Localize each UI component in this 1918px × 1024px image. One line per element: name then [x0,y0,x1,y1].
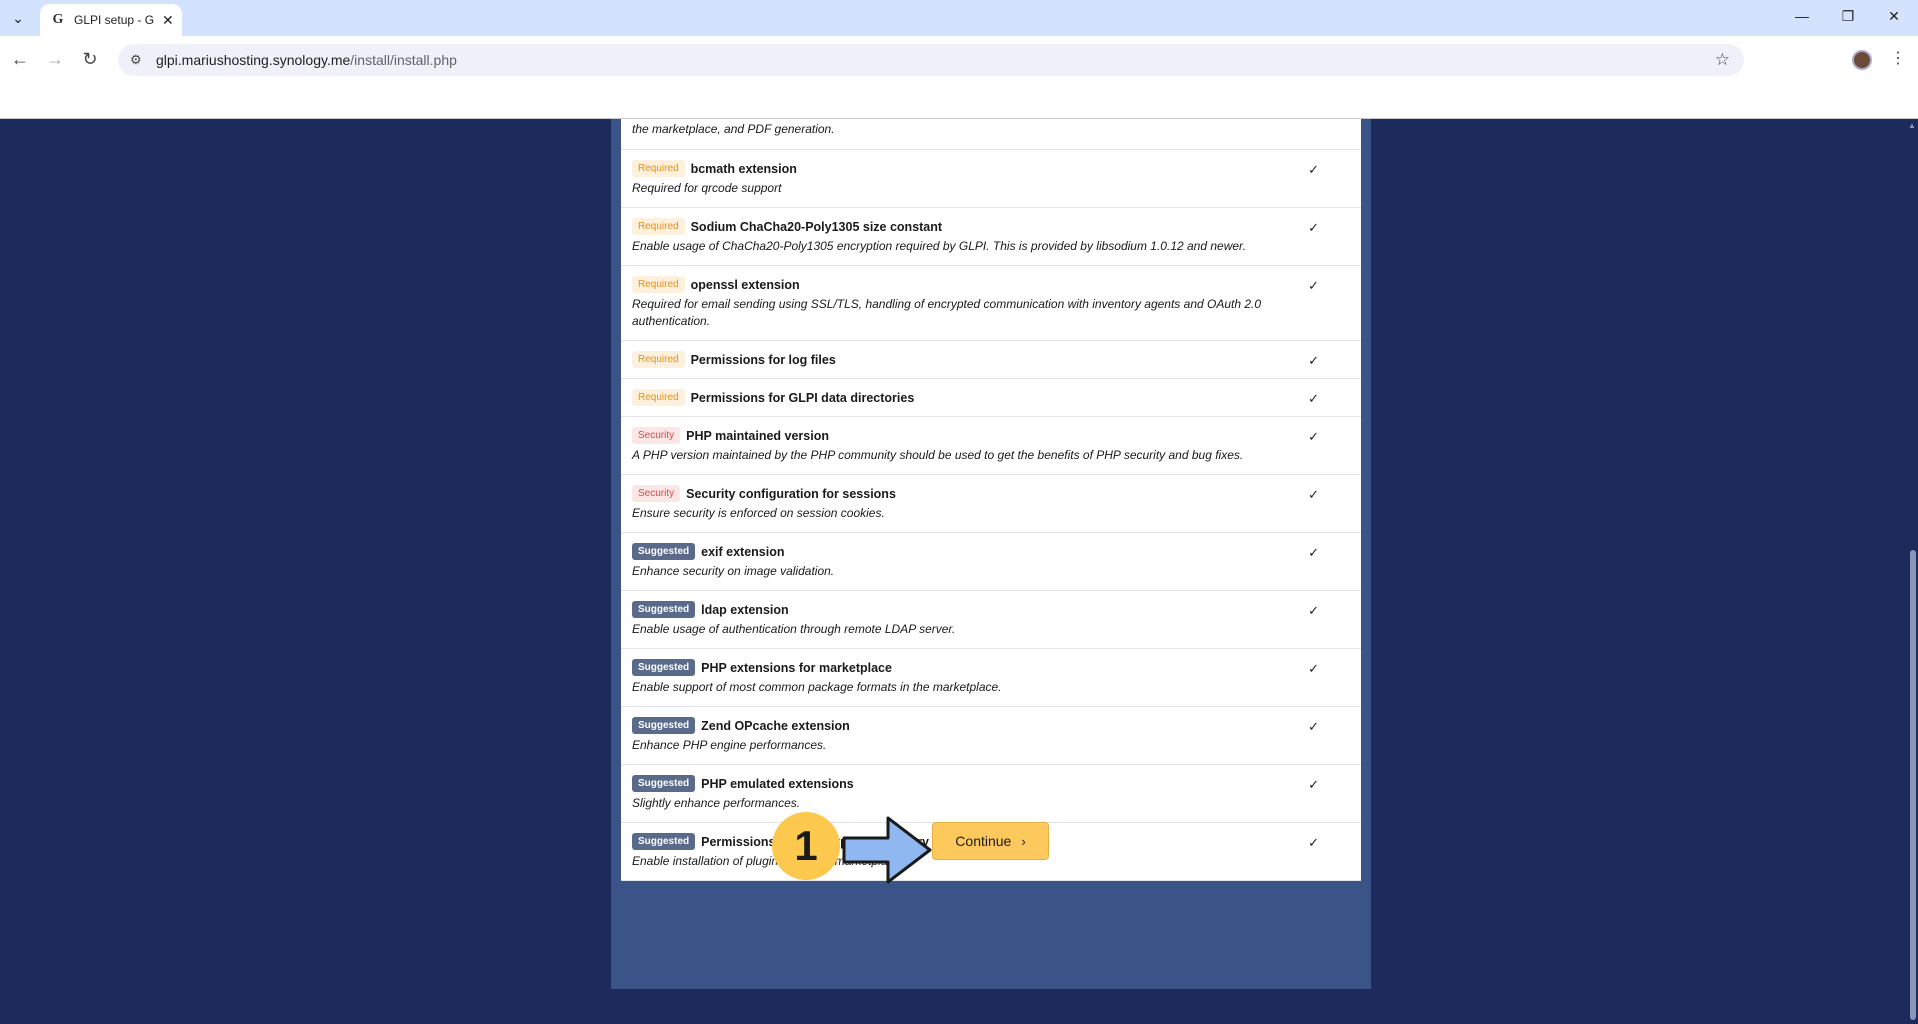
table-row: Required openssl extension Required for em… [621,266,1361,341]
requirement-title: Zend OPcache extension [701,718,850,733]
table-row: Required bcmath extension Required for qrc… [621,150,1361,208]
checkmark-icon: ✓ [1308,391,1319,406]
table-row: Suggested exif extension Enhance security … [621,533,1361,591]
table-row: Security Security configuration for sessi… [621,475,1361,533]
requirement-title: PHP maintained version [686,428,829,443]
checkmark-icon: ✓ [1308,429,1319,444]
reload-icon[interactable]: ↻ [78,49,102,70]
browser-tab[interactable]: G GLPI setup - GLPI ✕ [40,4,182,36]
requirement-description: Ensure security is enforced on session c… [632,506,885,520]
address-bar[interactable]: ⚙ glpi.mariushosting.synology.me/install… [118,44,1744,76]
table-row: Suggested PHP extensions for marketplace E… [621,649,1361,707]
table-row: Required Permissions for log files ✓ [621,341,1361,379]
requirement-description: A PHP version maintained by the PHP comm… [632,448,1244,462]
row-description: the marketplace, and PDF generation. [632,122,835,136]
glpi-favicon-icon: G [52,12,64,27]
step-marker: 1 [772,812,840,880]
checkmark-icon: ✓ [1308,278,1319,293]
security-badge: Security [632,485,681,502]
table-row-partial: the marketplace, and PDF generation. [621,119,1361,150]
forward-icon[interactable]: → [43,49,67,70]
minimize-icon[interactable]: — [1792,8,1812,24]
requirement-description: Slightly enhance performances. [632,796,801,810]
suggested-badge: Suggested [632,775,696,792]
requirement-title: bcmath extension [690,161,797,176]
requirement-description: Required for qrcode support [632,181,782,195]
page-body: the marketplace, and PDF generation. Req… [0,119,1918,1024]
requirement-description: Enable usage of authentication through r… [632,622,956,636]
checkmark-icon: ✓ [1308,545,1319,560]
tab-close-icon[interactable]: ✕ [162,12,174,29]
required-badge: Required [632,389,685,406]
requirement-description: Enable usage of ChaCha20-Poly1305 encryp… [632,239,1246,253]
browser-tabstrip: ⌄ G GLPI setup - GLPI ✕ — ❐ ✕ [0,0,1918,36]
table-row: Suggested Zend OPcache extension Enhance P… [621,707,1361,765]
back-icon[interactable]: ← [8,49,32,70]
security-badge: Security [632,427,681,444]
requirement-title: PHP extensions for marketplace [701,660,892,675]
required-badge: Required [632,160,685,177]
suggested-badge: Suggested [632,717,696,734]
suggested-badge: Suggested [632,659,696,676]
window-close-icon[interactable]: ✕ [1884,8,1904,25]
suggested-badge: Suggested [632,543,696,560]
checkmark-icon: ✓ [1308,162,1319,177]
requirement-description: Required for email sending using SSL/TLS… [632,297,1262,328]
checkmark-icon: ✓ [1308,487,1319,502]
requirement-title: ldap extension [701,602,789,617]
suggested-badge: Suggested [632,601,696,618]
checkmark-icon: ✓ [1308,220,1319,235]
bookmark-star-icon[interactable]: ☆ [1715,50,1730,70]
checkmark-icon: ✓ [1308,353,1319,368]
requirement-description: Enable support of most common package fo… [632,680,1002,694]
checkmark-icon: ✓ [1308,603,1319,618]
menu-kebab-icon[interactable]: ⋮ [1890,48,1906,68]
continue-button[interactable]: Continue › [932,822,1049,860]
requirement-description: Enhance PHP engine performances. [632,738,827,752]
table-row: Security PHP maintained version A PHP vers… [621,417,1361,475]
table-row: Required Sodium ChaCha20-Poly1305 size co… [621,208,1361,266]
checkmark-icon: ✓ [1308,661,1319,676]
requirements-table: the marketplace, and PDF generation. Req… [621,119,1361,881]
checkmark-icon: ✓ [1308,719,1319,734]
restore-icon[interactable]: ❐ [1838,8,1858,25]
scroll-up-icon[interactable]: ▲ [1908,121,1916,130]
required-badge: Required [632,351,685,368]
site-info-icon[interactable]: ⚙ [130,52,146,68]
requirement-title: Security configuration for sessions [686,486,896,501]
requirement-title: Sodium ChaCha20-Poly1305 size constant [690,219,943,234]
requirement-title: Permissions for GLPI data directories [690,390,915,405]
checkmark-icon: ✓ [1308,835,1319,850]
required-badge: Required [632,218,685,235]
continue-label: Continue [955,833,1012,849]
table-row: Suggested PHP emulated extensions Slightly… [621,765,1361,823]
required-badge: Required [632,276,685,293]
requirement-title: Permissions for log files [690,352,836,367]
table-row: Suggested ldap extension Enable usage of a… [621,591,1361,649]
tab-search-chevron-icon[interactable]: ⌄ [6,6,30,30]
browser-toolbar: ← → ↻ ⚙ glpi.mariushosting.synology.me/i… [0,36,1918,84]
toolbar-spacer [0,84,1918,118]
checkmark-icon: ✓ [1308,777,1319,792]
table-row: Required Permissions for GLPI data direct… [621,379,1361,417]
requirement-title: PHP emulated extensions [701,776,854,791]
profile-avatar[interactable] [1852,50,1872,70]
requirement-title: openssl extension [690,277,800,292]
pointer-arrow-icon [842,816,932,884]
chevron-right-icon: › [1021,833,1026,849]
tab-title: GLPI setup - GLPI [74,13,154,27]
url-text: glpi.mariushosting.synology.me/install/i… [156,52,457,68]
requirement-description: Enhance security on image validation. [632,564,835,578]
scrollbar-thumb[interactable] [1910,550,1916,1020]
suggested-badge: Suggested [632,833,696,850]
requirement-title: exif extension [701,544,785,559]
